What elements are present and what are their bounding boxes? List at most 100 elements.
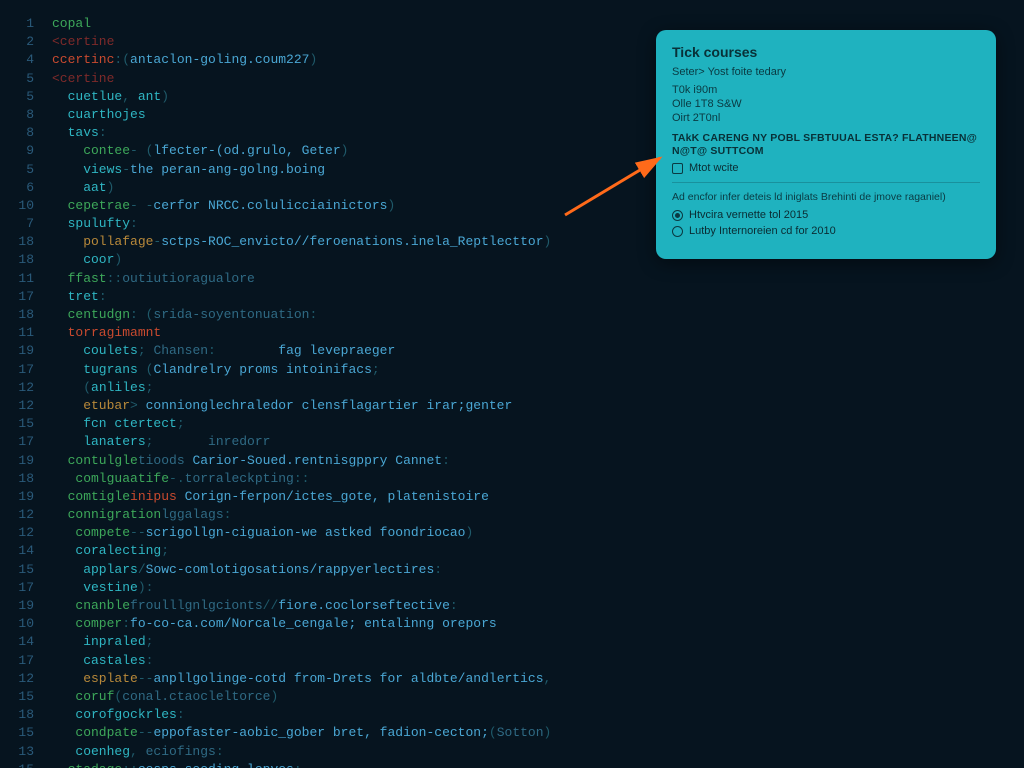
code-content[interactable]: tret: bbox=[52, 289, 1024, 304]
line-number: 18 bbox=[0, 471, 52, 486]
line-number: 15 bbox=[0, 762, 52, 768]
radio-label: Lutby Internoreien cd for 2010 bbox=[689, 225, 836, 237]
checkbox-label: Mtot wcite bbox=[689, 162, 739, 174]
line-number: 15 bbox=[0, 416, 52, 431]
code-line[interactable]: 18 corofgockrles: bbox=[0, 707, 1024, 725]
line-number: 5 bbox=[0, 71, 52, 86]
popup-radio-a[interactable]: Htvcira vernette tol 2015 bbox=[672, 209, 980, 221]
code-line[interactable]: 15 ctadage::cosps-seoding lepves: bbox=[0, 762, 1024, 768]
line-number: 4 bbox=[0, 52, 52, 67]
line-number: 7 bbox=[0, 216, 52, 231]
line-number: 5 bbox=[0, 89, 52, 104]
line-number: 8 bbox=[0, 107, 52, 122]
code-content[interactable]: tugrans (Clandrelry proms intoinifacs; bbox=[52, 362, 1024, 377]
code-content[interactable]: comtigleinipus Corign-ferpon/ictes_gote,… bbox=[52, 489, 1024, 504]
code-content[interactable]: comper:fo-co-ca.com/Norcale_cengale; ent… bbox=[52, 616, 1024, 631]
code-line[interactable]: 18 centudgn: (srida-soyentonuation: bbox=[0, 307, 1024, 325]
line-number: 15 bbox=[0, 562, 52, 577]
code-content[interactable]: (anliles; bbox=[52, 380, 1024, 395]
line-number: 15 bbox=[0, 689, 52, 704]
line-number: 12 bbox=[0, 507, 52, 522]
code-line[interactable]: 15 condpate--eppofaster-aobic_gober bret… bbox=[0, 725, 1024, 743]
code-line[interactable]: 12 esplate--anpllgolinge-cotd from-Drets… bbox=[0, 671, 1024, 689]
code-content[interactable]: coruf(conal.ctaocleltorce) bbox=[52, 689, 1024, 704]
line-number: 5 bbox=[0, 162, 52, 177]
line-number: 18 bbox=[0, 707, 52, 722]
line-number: 1 bbox=[0, 16, 52, 31]
code-content[interactable]: compete--scrigollgn-ciguaion-we astked f… bbox=[52, 525, 1024, 540]
code-line[interactable]: 18 comlguaatife-.torraleckpting:: bbox=[0, 471, 1024, 489]
code-content[interactable]: centudgn: (srida-soyentonuation: bbox=[52, 307, 1024, 322]
code-content[interactable]: coenheg, eciofings: bbox=[52, 744, 1024, 759]
code-content[interactable]: torragimamnt bbox=[52, 325, 1024, 340]
code-line[interactable]: 15 fcn ctertect; bbox=[0, 416, 1024, 434]
popup-row: Olle 1T8 S&W bbox=[672, 98, 980, 110]
code-line[interactable]: 11 torragimamnt bbox=[0, 325, 1024, 343]
line-number: 12 bbox=[0, 380, 52, 395]
code-line[interactable]: 19 cnanblefroulllgnlgcionts//fiore.coclo… bbox=[0, 598, 1024, 616]
line-number: 17 bbox=[0, 362, 52, 377]
code-line[interactable]: 17 lanaters; inredorr bbox=[0, 434, 1024, 452]
line-number: 19 bbox=[0, 453, 52, 468]
line-number: 18 bbox=[0, 307, 52, 322]
code-line[interactable]: 13 coenheg, eciofings: bbox=[0, 744, 1024, 762]
code-line[interactable]: 19 coulets; Chansen: fag levepraeger bbox=[0, 343, 1024, 361]
line-number: 13 bbox=[0, 744, 52, 759]
code-content[interactable]: condpate--eppofaster-aobic_gober bret, f… bbox=[52, 725, 1024, 740]
code-line[interactable]: 11 ffast::outiutioragualore bbox=[0, 271, 1024, 289]
line-number: 12 bbox=[0, 398, 52, 413]
code-content[interactable]: etubar> connionglechraledor clensflagart… bbox=[52, 398, 1024, 413]
code-content[interactable]: contulgletioods Carior-Soued.rentnisgppr… bbox=[52, 453, 1024, 468]
code-line[interactable]: 15 coruf(conal.ctaocleltorce) bbox=[0, 689, 1024, 707]
code-content[interactable]: lanaters; inredorr bbox=[52, 434, 1024, 449]
checkbox-icon[interactable] bbox=[672, 163, 683, 174]
code-line[interactable]: 17 tugrans (Clandrelry proms intoinifacs… bbox=[0, 362, 1024, 380]
code-content[interactable]: castales: bbox=[52, 653, 1024, 668]
line-number: 19 bbox=[0, 343, 52, 358]
code-line[interactable]: 12 compete--scrigollgn-ciguaion-we astke… bbox=[0, 525, 1024, 543]
code-content[interactable]: coralecting; bbox=[52, 543, 1024, 558]
code-line[interactable]: 17 castales: bbox=[0, 653, 1024, 671]
code-line[interactable]: 12 (anliles; bbox=[0, 380, 1024, 398]
code-content[interactable]: cnanblefroulllgnlgcionts//fiore.coclorse… bbox=[52, 598, 1024, 613]
code-line[interactable]: 12 etubar> connionglechraledor clensflag… bbox=[0, 398, 1024, 416]
radio-icon[interactable] bbox=[672, 226, 683, 237]
line-number: 17 bbox=[0, 653, 52, 668]
code-content[interactable]: comlguaatife-.torraleckpting:: bbox=[52, 471, 1024, 486]
code-line[interactable]: 14 inpraled; bbox=[0, 634, 1024, 652]
popup-title: Tick courses bbox=[672, 44, 980, 60]
line-number: 12 bbox=[0, 671, 52, 686]
code-content[interactable]: connigrationlggalags: bbox=[52, 507, 1024, 522]
line-number: 19 bbox=[0, 489, 52, 504]
divider bbox=[672, 182, 980, 183]
popup-row: T0k i90m bbox=[672, 84, 980, 96]
code-content[interactable]: ffast::outiutioragualore bbox=[52, 271, 1024, 286]
code-line[interactable]: 15 applars/Sowc-comlotigosations/rappyer… bbox=[0, 562, 1024, 580]
code-content[interactable]: esplate--anpllgolinge-cotd from-Drets fo… bbox=[52, 671, 1024, 686]
code-content[interactable]: vestine): bbox=[52, 580, 1024, 595]
code-content[interactable]: applars/Sowc-comlotigosations/rappyerlec… bbox=[52, 562, 1024, 577]
code-content[interactable]: inpraled; bbox=[52, 634, 1024, 649]
line-number: 17 bbox=[0, 580, 52, 595]
code-line[interactable]: 17 tret: bbox=[0, 289, 1024, 307]
code-content[interactable]: coulets; Chansen: fag levepraeger bbox=[52, 343, 1024, 358]
code-line[interactable]: 19 contulgletioods Carior-Soued.rentnisg… bbox=[0, 453, 1024, 471]
line-number: 19 bbox=[0, 598, 52, 613]
line-number: 9 bbox=[0, 143, 52, 158]
code-content[interactable]: copal bbox=[52, 16, 1024, 31]
popup-checkbox-row[interactable]: Mtot wcite bbox=[672, 162, 980, 174]
code-line[interactable]: 10 comper:fo-co-ca.com/Norcale_cengale; … bbox=[0, 616, 1024, 634]
code-content[interactable]: fcn ctertect; bbox=[52, 416, 1024, 431]
code-line[interactable]: 14 coralecting; bbox=[0, 543, 1024, 561]
code-line[interactable]: 19 comtigleinipus Corign-ferpon/ictes_go… bbox=[0, 489, 1024, 507]
code-line[interactable]: 17 vestine): bbox=[0, 580, 1024, 598]
line-number: 12 bbox=[0, 525, 52, 540]
code-content[interactable]: ctadage::cosps-seoding lepves: bbox=[52, 762, 1024, 768]
radio-selected-icon[interactable] bbox=[672, 210, 683, 221]
line-number: 17 bbox=[0, 434, 52, 449]
tick-courses-popup: Tick courses Seter> Yost foite tedary T0… bbox=[656, 30, 996, 259]
code-content[interactable]: corofgockrles: bbox=[52, 707, 1024, 722]
line-number: 14 bbox=[0, 634, 52, 649]
popup-radio-b[interactable]: Lutby Internoreien cd for 2010 bbox=[672, 225, 980, 237]
code-line[interactable]: 12 connigrationlggalags: bbox=[0, 507, 1024, 525]
